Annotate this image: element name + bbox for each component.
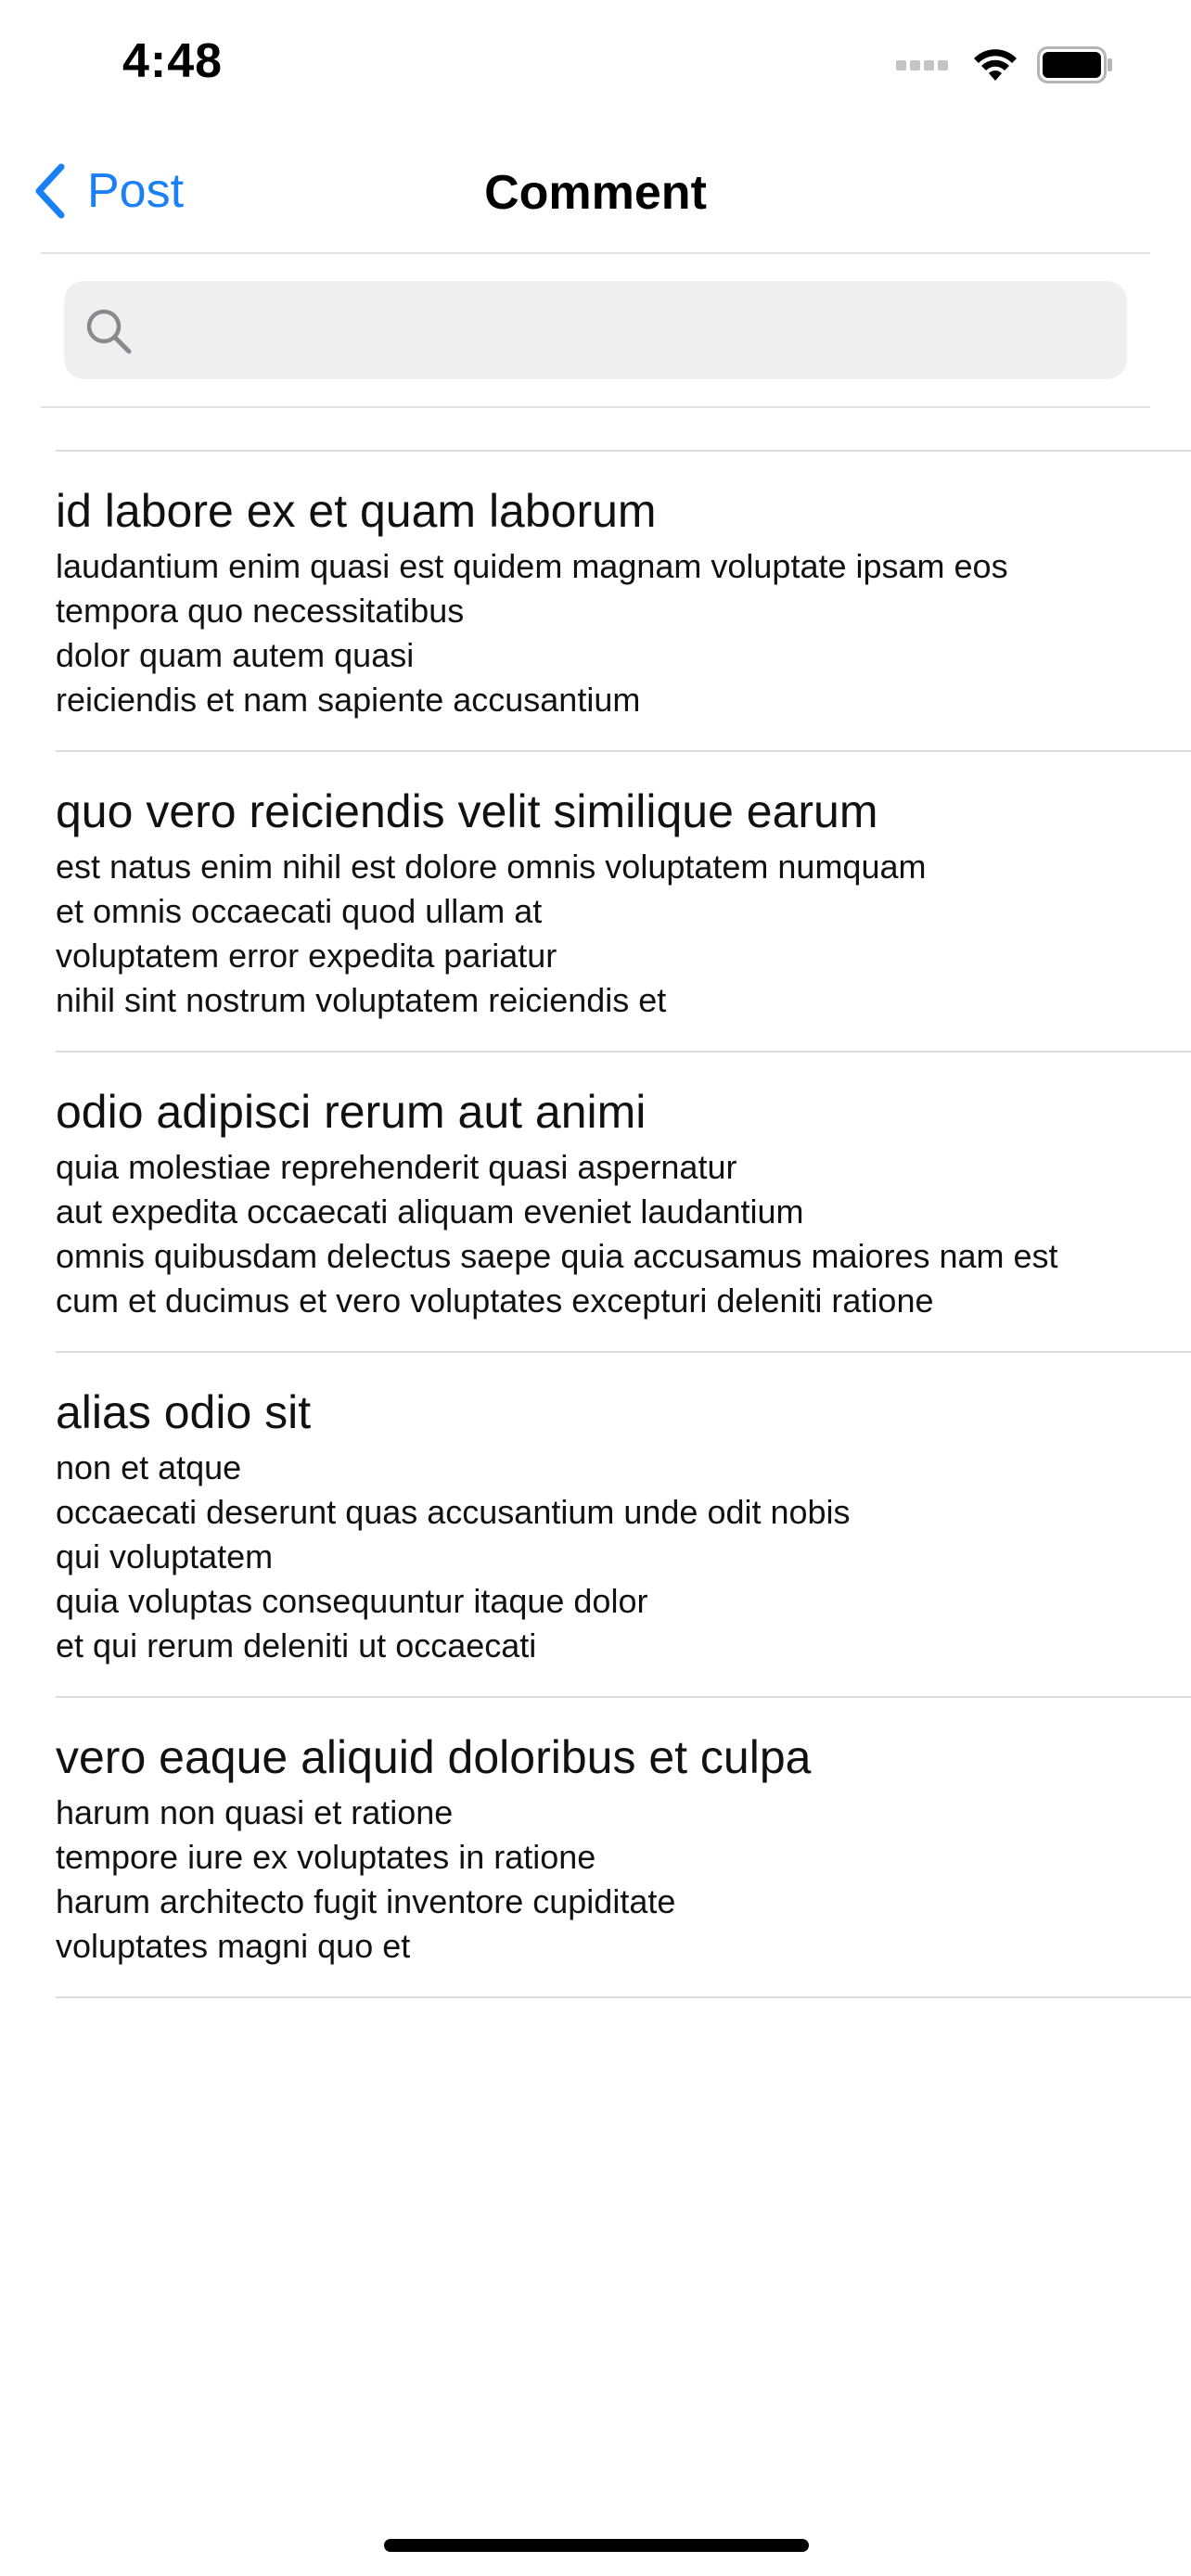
list-item[interactable]: alias odio sit non et atque occaecati de… — [56, 1351, 1191, 1696]
comment-body-line: harum architecto fugit inventore cupidit… — [56, 1882, 676, 1920]
comment-body-line: occaecati deserunt quas accusantium unde… — [56, 1493, 851, 1531]
comment-title: vero eaque aliquid doloribus et culpa — [56, 1731, 812, 1783]
list-item[interactable]: quo vero reiciendis velit similique earu… — [56, 750, 1191, 1051]
comment-body-line: et qui rerum deleniti ut occaecati — [56, 1626, 537, 1664]
status-icons — [896, 46, 1113, 83]
nav-divider — [41, 252, 1150, 254]
comment-body-line: tempore iure ex voluptates in ratione — [56, 1838, 596, 1876]
comment-body-line: non et atque — [56, 1448, 242, 1486]
comment-body-line: laudantium enim quasi est quidem magnam … — [56, 547, 1008, 585]
comment-body-line: harum non quasi et ratione — [56, 1793, 454, 1831]
comment-title: quo vero reiciendis velit similique earu… — [56, 785, 878, 837]
comment-body-line: quia voluptas consequuntur itaque dolor — [56, 1582, 648, 1620]
list-item[interactable]: vero eaque aliquid doloribus et culpa ha… — [56, 1696, 1191, 1998]
screen: 4:48 Post Comment id labore ex et quam l… — [0, 0, 1191, 2576]
page-title: Comment — [484, 166, 707, 220]
comment-title: odio adipisci rerum aut animi — [56, 1086, 647, 1138]
list-item[interactable]: id labore ex et quam laborum laudantium … — [56, 450, 1191, 750]
comment-title: id labore ex et quam laborum — [56, 485, 657, 537]
comment-body-line: qui voluptatem — [56, 1537, 274, 1575]
comment-title: alias odio sit — [56, 1386, 312, 1438]
comment-body-line: voluptates magni quo et — [56, 1927, 411, 1965]
comment-body-line: tempora quo necessitatibus — [56, 592, 465, 630]
cellular-signal-icon — [896, 59, 952, 70]
search-icon — [86, 309, 132, 354]
home-indicator[interactable] — [384, 2539, 809, 2552]
search-bar[interactable] — [64, 281, 1127, 381]
comment-list: id labore ex et quam laborum laudantium … — [0, 450, 1191, 1998]
status-time: 4:48 — [122, 34, 224, 88]
comment-body-line: et omnis occaecati quod ullam at — [56, 892, 543, 930]
comment-body-line: voluptatem error expedita pariatur — [56, 937, 557, 975]
comment-body-line: aut expedita occaecati aliquam eveniet l… — [56, 1192, 804, 1231]
comment-body-line: nihil sint nostrum voluptatem reiciendis… — [56, 981, 667, 1019]
search-divider — [41, 406, 1150, 408]
comment-body-line: reiciendis et nam sapiente accusantium — [56, 681, 641, 719]
battery-icon — [1037, 46, 1112, 83]
comment-body-line: cum et ducimus et vero voluptates except… — [56, 1282, 934, 1320]
search-input[interactable] — [157, 281, 1107, 381]
wifi-icon — [974, 49, 1017, 81]
comment-body-line: omnis quibusdam delectus saepe quia accu… — [56, 1237, 1058, 1275]
list-item[interactable]: odio adipisci rerum aut animi quia moles… — [56, 1051, 1191, 1351]
comment-body-line: dolor quam autem quasi — [56, 636, 415, 674]
comment-body-line: est natus enim nihil est dolore omnis vo… — [56, 848, 927, 886]
comment-body-line: quia molestiae reprehenderit quasi asper… — [56, 1148, 737, 1186]
